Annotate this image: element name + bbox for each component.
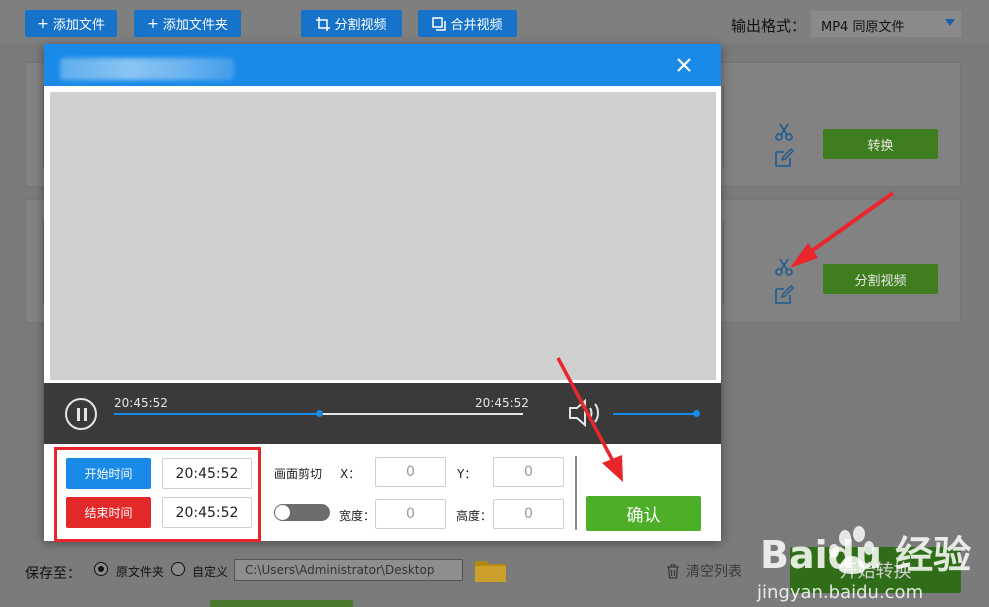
split-video-row-button[interactable]: 分割视频 <box>823 264 938 294</box>
watermark-site: jingyan.baidu.com <box>756 582 923 603</box>
plus-icon: + <box>37 15 49 32</box>
output-path-field[interactable]: C:\Users\Administrator\Desktop <box>234 559 463 581</box>
trash-icon <box>667 563 679 579</box>
custom-label: 自定义 <box>192 565 229 579</box>
annotation-highlight-box <box>54 447 261 542</box>
copy-icon <box>432 16 447 31</box>
folder-icon[interactable] <box>475 558 506 582</box>
output-format-select[interactable]: MP4 同原文件 <box>811 11 961 37</box>
plus-icon: + <box>147 15 159 32</box>
watermark-brand: Baidu 经验 <box>760 533 971 577</box>
seek-progress <box>114 413 319 415</box>
merge-video-button[interactable]: 合并视频 <box>418 10 517 37</box>
blurred-title <box>60 58 234 80</box>
divider <box>723 220 724 304</box>
dialog-header <box>44 44 721 86</box>
crop-height-field[interactable]: 0 <box>493 499 564 529</box>
y-label: Y： <box>457 467 477 481</box>
scissors-icon[interactable] <box>773 121 795 143</box>
pause-icon[interactable] <box>65 398 97 430</box>
volume-handle[interactable] <box>693 410 700 417</box>
save-to-label: 保存至： <box>25 566 81 582</box>
divider <box>723 85 724 167</box>
crop-x-field[interactable]: 0 <box>375 457 446 487</box>
crop-toggle[interactable] <box>274 504 330 521</box>
radio-custom[interactable] <box>171 562 185 576</box>
dropdown-arrow-icon <box>945 19 955 26</box>
total-time: 20:45:52 <box>475 396 529 410</box>
volume-slider[interactable] <box>613 410 700 417</box>
crop-y-field[interactable]: 0 <box>493 457 564 487</box>
video-preview[interactable] <box>50 92 716 380</box>
seek-bar[interactable] <box>114 410 523 417</box>
current-time: 20:45:52 <box>114 396 168 410</box>
height-label: 高度： <box>456 509 493 523</box>
add-folder-button[interactable]: + 添加文件夹 <box>134 10 241 37</box>
seek-handle[interactable] <box>315 410 323 417</box>
convert-button[interactable]: 转换 <box>823 129 938 159</box>
close-icon[interactable] <box>673 54 695 76</box>
x-label: X： <box>340 467 361 481</box>
add-file-button[interactable]: + 添加文件 <box>25 10 117 37</box>
edit-icon[interactable] <box>773 284 795 306</box>
original-folder-label: 原文件夹 <box>116 565 165 579</box>
player-controls: 20:45:52 20:45:52 <box>44 383 721 444</box>
split-video-button[interactable]: 分割视频 <box>301 10 402 37</box>
trim-crop-panel: 开始时间 20:45:52 结束时间 20:45:52 画面剪切 X： 0 Y：… <box>44 444 721 542</box>
crop-width-field[interactable]: 0 <box>375 499 446 529</box>
crop-label: 画面剪切 <box>274 467 323 481</box>
main-toolbar: + 添加文件 + 添加文件夹 分割视频 合并视频 输出格式： MP4 同原文件 <box>0 0 989 44</box>
crop-icon <box>316 16 331 31</box>
radio-original-folder[interactable] <box>94 562 108 576</box>
volume-icon[interactable] <box>568 397 604 429</box>
scissors-icon[interactable] <box>773 256 795 278</box>
confirm-button[interactable]: 确认 <box>586 496 701 531</box>
output-format-label: 输出格式： <box>731 17 807 35</box>
edit-icon[interactable] <box>773 147 795 169</box>
divider <box>575 456 577 530</box>
baidu-watermark: Baidu 经验 jingyan.baidu.com <box>756 526 971 603</box>
width-label: 宽度： <box>339 509 376 523</box>
video-edit-dialog: 20:45:52 20:45:52 开始时间 20:45:52 结束时间 20:… <box>44 44 721 542</box>
progress-strip <box>210 600 353 607</box>
clear-list-button[interactable]: 清空列表 <box>666 561 742 581</box>
